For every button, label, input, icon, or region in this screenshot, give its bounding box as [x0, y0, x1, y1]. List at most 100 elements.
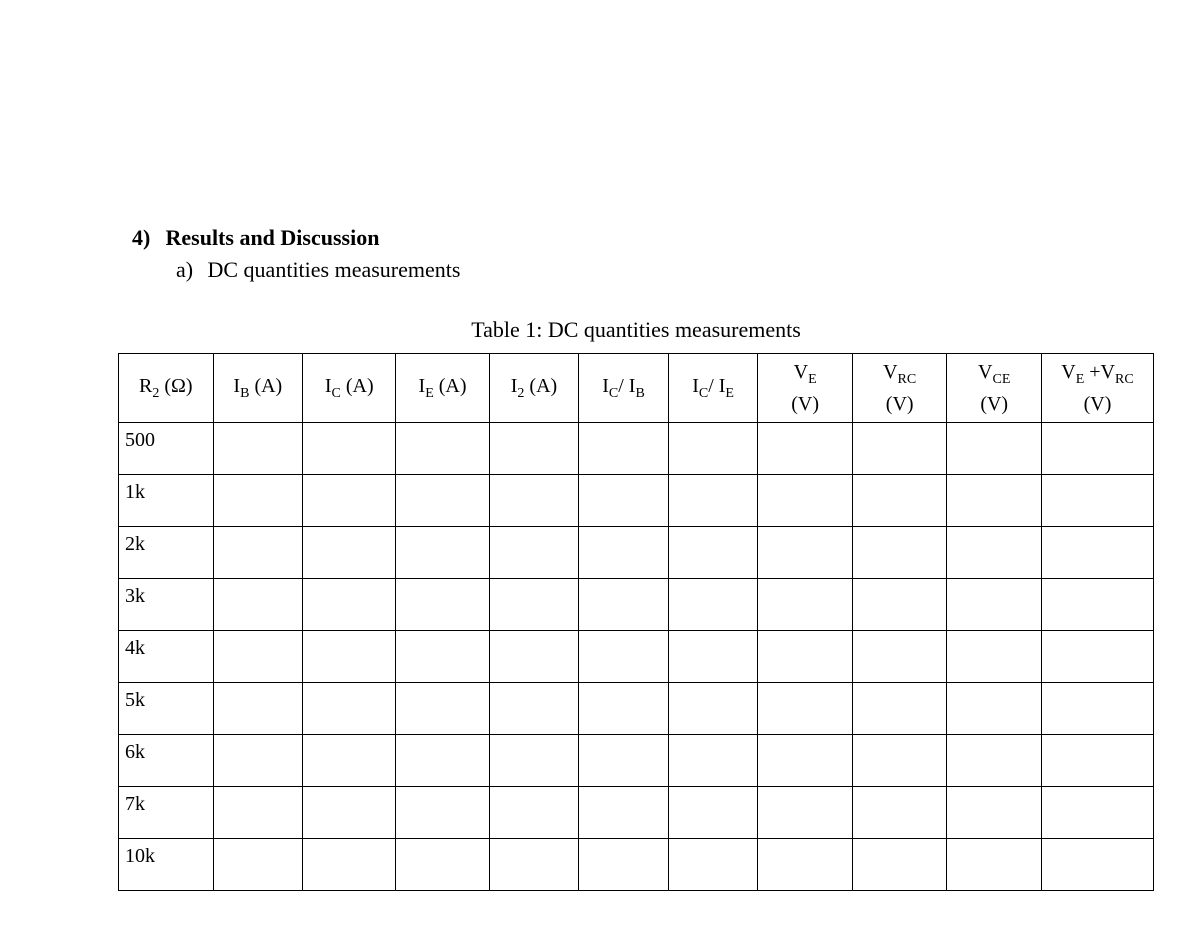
- table-cell: [1041, 630, 1153, 682]
- table-cell: [489, 526, 579, 578]
- table-cell: [947, 630, 1042, 682]
- table-cell: [396, 422, 489, 474]
- table-cell: [303, 838, 396, 890]
- table-cell: [396, 734, 489, 786]
- row-r2-value: 7k: [119, 786, 214, 838]
- table-cell: [396, 526, 489, 578]
- table-cell: [579, 682, 669, 734]
- table-cell: [579, 786, 669, 838]
- table-cell: [947, 474, 1042, 526]
- row-r2-value: 5k: [119, 682, 214, 734]
- table-cell: [396, 578, 489, 630]
- table-cell: [852, 838, 947, 890]
- table-cell: [947, 526, 1042, 578]
- table-cell: [396, 682, 489, 734]
- table-row: 7k: [119, 786, 1154, 838]
- table-cell: [1041, 422, 1153, 474]
- table-cell: [758, 578, 853, 630]
- table-cell: [489, 474, 579, 526]
- col-header-vce: VCE(V): [947, 354, 1042, 423]
- table-cell: [579, 734, 669, 786]
- table-row: 10k: [119, 838, 1154, 890]
- table-row: 4k: [119, 630, 1154, 682]
- col-header-ib: IB (A): [213, 354, 303, 423]
- table-cell: [213, 786, 303, 838]
- table-cell: [213, 422, 303, 474]
- table-cell: [1041, 786, 1153, 838]
- table-cell: [947, 682, 1042, 734]
- table-cell: [579, 630, 669, 682]
- table-cell: [396, 474, 489, 526]
- table-cell: [303, 682, 396, 734]
- row-r2-value: 1k: [119, 474, 214, 526]
- table-cell: [758, 786, 853, 838]
- table-row: 6k: [119, 734, 1154, 786]
- table-cell: [947, 422, 1042, 474]
- table-cell: [668, 526, 758, 578]
- table-cell: [668, 422, 758, 474]
- table-cell: [489, 422, 579, 474]
- col-header-ve-vrc: VE +VRC(V): [1041, 354, 1153, 423]
- table-cell: [1041, 526, 1153, 578]
- subsection-letter: a): [176, 257, 202, 283]
- table-cell: [489, 786, 579, 838]
- table-cell: [489, 682, 579, 734]
- table-cell: [579, 838, 669, 890]
- table-cell: [396, 786, 489, 838]
- col-header-ve: VE(V): [758, 354, 853, 423]
- table-cell: [213, 474, 303, 526]
- table-cell: [303, 526, 396, 578]
- table-cell: [303, 578, 396, 630]
- table-row: 3k: [119, 578, 1154, 630]
- col-header-ie: IE (A): [396, 354, 489, 423]
- table-cell: [852, 578, 947, 630]
- table-body: 5001k2k3k4k5k6k7k10k: [119, 422, 1154, 890]
- subsection-heading: a) DC quantities measurements: [176, 257, 1160, 283]
- table-cell: [852, 630, 947, 682]
- table-cell: [947, 838, 1042, 890]
- table-cell: [668, 578, 758, 630]
- table-header-row: R2 (Ω) IB (A) IC (A) IE (A) I2 (A) IC/ I…: [119, 354, 1154, 423]
- row-r2-value: 500: [119, 422, 214, 474]
- dc-quantities-table: R2 (Ω) IB (A) IC (A) IE (A) I2 (A) IC/ I…: [118, 353, 1154, 891]
- table-cell: [303, 474, 396, 526]
- table-cell: [668, 734, 758, 786]
- table-row: 1k: [119, 474, 1154, 526]
- table-cell: [852, 422, 947, 474]
- col-header-ic-ie: IC/ IE: [668, 354, 758, 423]
- row-r2-value: 10k: [119, 838, 214, 890]
- table-cell: [758, 474, 853, 526]
- subsection-title: DC quantities measurements: [208, 257, 461, 282]
- section-title: Results and Discussion: [166, 225, 380, 250]
- table-cell: [213, 578, 303, 630]
- col-header-ic: IC (A): [303, 354, 396, 423]
- table-cell: [489, 838, 579, 890]
- table-cell: [579, 578, 669, 630]
- table-cell: [1041, 578, 1153, 630]
- row-r2-value: 3k: [119, 578, 214, 630]
- table-cell: [303, 786, 396, 838]
- table-cell: [852, 786, 947, 838]
- table-cell: [396, 630, 489, 682]
- col-header-vrc: VRC(V): [852, 354, 947, 423]
- table-cell: [213, 682, 303, 734]
- table-cell: [758, 734, 853, 786]
- row-r2-value: 2k: [119, 526, 214, 578]
- col-header-ic-ib: IC/ IB: [579, 354, 669, 423]
- table-row: 2k: [119, 526, 1154, 578]
- table-cell: [489, 734, 579, 786]
- table-cell: [303, 422, 396, 474]
- table-cell: [668, 838, 758, 890]
- section-number: 4): [132, 225, 160, 251]
- table-cell: [668, 786, 758, 838]
- section-heading: 4) Results and Discussion: [132, 225, 1160, 251]
- table-cell: [758, 526, 853, 578]
- col-header-i2: I2 (A): [489, 354, 579, 423]
- table-cell: [489, 630, 579, 682]
- table-cell: [947, 786, 1042, 838]
- table-cell: [1041, 838, 1153, 890]
- table-cell: [758, 682, 853, 734]
- table-row: 500: [119, 422, 1154, 474]
- table-cell: [668, 630, 758, 682]
- table-cell: [758, 838, 853, 890]
